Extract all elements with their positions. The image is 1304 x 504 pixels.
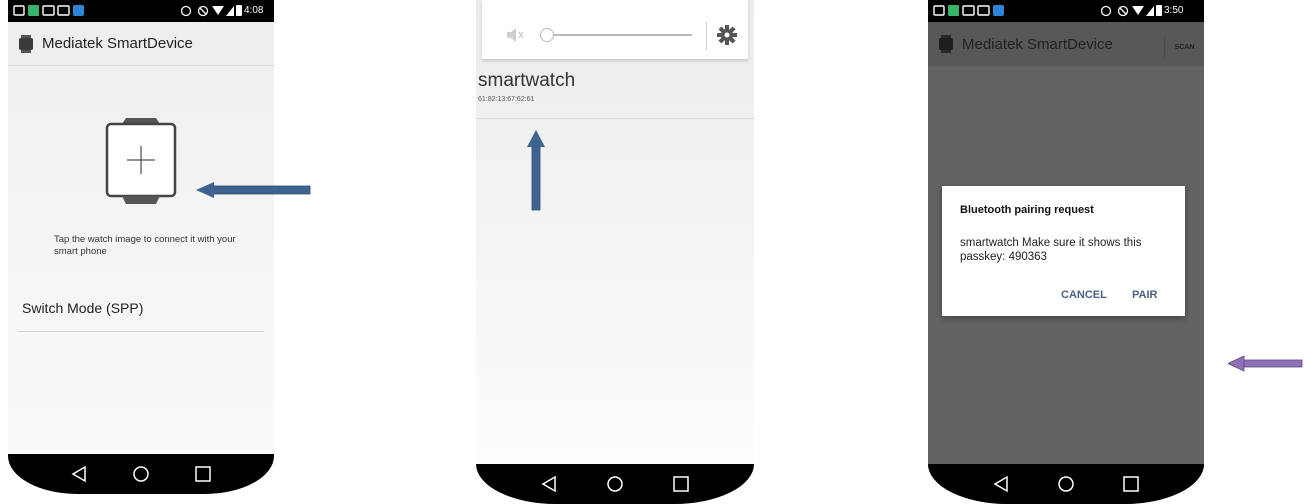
recents-button[interactable]: [183, 454, 223, 494]
phone-screen-device-list: smartwatch 61:82:13:67:62:61: [476, 0, 754, 504]
nav-bar: [928, 464, 1204, 504]
device-name: smartwatch: [478, 70, 576, 91]
recents-button[interactable]: [1111, 464, 1151, 504]
status-time: 4:08: [244, 5, 264, 16]
status-icons: [13, 5, 242, 17]
app-title: Mediatek SmartDevice: [42, 35, 193, 52]
back-button[interactable]: [981, 464, 1021, 504]
volume-panel: [482, 0, 748, 60]
divider: [476, 118, 754, 119]
bluetooth-pairing-dialog: Bluetooth pairing request smartwatch Mak…: [942, 186, 1185, 316]
gear-icon[interactable]: [716, 24, 738, 46]
status-bar: 4:08: [8, 0, 274, 22]
back-icon: [71, 465, 86, 483]
nav-bar: [476, 464, 754, 504]
app-bar: Mediatek SmartDevice SCAN: [928, 22, 1204, 66]
recents-icon: [1123, 476, 1140, 492]
watch-add-button[interactable]: [104, 118, 178, 204]
back-icon: [993, 475, 1008, 493]
phone-screen-pairing: 3:50 Mediatek SmartDevice SCAN Bluetooth…: [928, 0, 1204, 504]
canvas: 4:08 Mediatek SmartDevice Tap the watch …: [0, 0, 1304, 504]
app-title: Mediatek SmartDevice: [962, 35, 1113, 53]
recents-button[interactable]: [661, 464, 701, 504]
dialog-title: Bluetooth pairing request: [960, 204, 1094, 216]
home-button[interactable]: [121, 454, 161, 494]
scan-button[interactable]: SCAN: [1164, 36, 1204, 58]
divider: [706, 22, 707, 50]
cancel-button[interactable]: CANCEL: [1061, 289, 1107, 301]
annotation-arrow-left: [196, 182, 311, 198]
pair-button[interactable]: PAIR: [1132, 289, 1157, 301]
volume-slider[interactable]: [542, 34, 692, 36]
home-icon: [607, 476, 623, 492]
smartwatch-app-icon: [939, 35, 953, 53]
home-icon: [1058, 476, 1074, 492]
nav-bar: [8, 454, 274, 494]
status-time: 3:50: [1164, 5, 1184, 16]
recents-icon: [673, 476, 689, 492]
phone-screen-home: 4:08 Mediatek SmartDevice Tap the watch …: [8, 0, 274, 494]
back-icon: [541, 475, 556, 493]
annotation-arrow-up: [527, 130, 545, 211]
back-button[interactable]: [529, 464, 569, 504]
connect-hint: Tap the watch image to connect it with y…: [54, 234, 236, 257]
smartwatch-app-icon: [19, 34, 33, 53]
volume-slider-thumb[interactable]: [540, 28, 554, 42]
home-button[interactable]: [1046, 464, 1086, 504]
home-icon: [133, 466, 149, 482]
dialog-message: smartwatch Make sure it shows this passk…: [960, 237, 1142, 263]
app-bar: Mediatek SmartDevice: [8, 22, 274, 66]
volume-mute-icon[interactable]: [504, 24, 526, 46]
home-content: Tap the watch image to connect it with y…: [8, 66, 274, 454]
home-button[interactable]: [595, 464, 635, 504]
device-mac-address: 61:82:13:67:62:61: [478, 96, 535, 103]
switch-mode-item[interactable]: Switch Mode (SPP): [22, 300, 143, 316]
status-bar: 3:50: [928, 0, 1204, 22]
status-icons: [933, 5, 1162, 17]
recents-icon: [195, 466, 211, 482]
divider: [18, 331, 264, 332]
annotation-arrow-left-purple: [1228, 355, 1303, 372]
watch-add-icon: [105, 118, 177, 204]
back-button[interactable]: [59, 454, 99, 494]
